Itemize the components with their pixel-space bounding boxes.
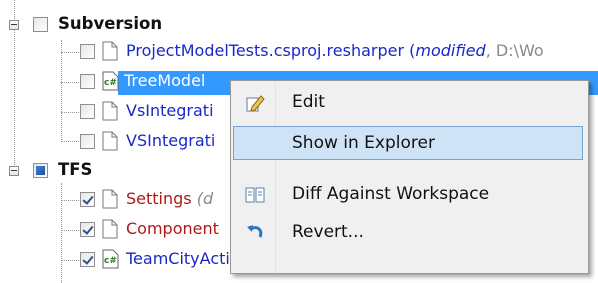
item-checkbox[interactable] — [80, 252, 95, 267]
menu-item-revert[interactable]: Revert... — [233, 215, 583, 249]
svg-text:c#: c# — [104, 256, 117, 266]
file-icon — [102, 219, 118, 239]
item-label: TreeModel — [124, 71, 206, 90]
group-checkbox[interactable] — [33, 17, 48, 32]
file-icon — [102, 41, 118, 61]
group-label: Subversion — [58, 14, 163, 33]
tree-item[interactable]: VsIntegrati — [0, 98, 230, 126]
file-icon — [102, 189, 118, 209]
diff-icon — [245, 187, 265, 203]
item-checkbox[interactable] — [80, 134, 95, 149]
item-checkbox[interactable] — [80, 222, 95, 237]
tree-group-tfs[interactable]: TFS — [0, 157, 200, 185]
context-menu: Edit Show in Explorer Diff Against Works… — [230, 80, 589, 274]
item-checkbox[interactable] — [80, 44, 95, 59]
csharp-file-icon: c# — [102, 249, 119, 269]
collapse-toggle[interactable] — [9, 166, 19, 176]
item-checkbox[interactable] — [80, 192, 95, 207]
menu-item-show-in-explorer[interactable]: Show in Explorer — [233, 126, 583, 160]
item-checkbox[interactable] — [80, 104, 95, 119]
group-checkbox[interactable] — [33, 163, 48, 178]
svg-text:c#: c# — [104, 78, 117, 88]
csharp-file-icon: c# — [102, 71, 119, 91]
file-icon — [102, 101, 118, 121]
tree-item[interactable]: Settings (d — [0, 186, 230, 214]
item-label: Component — [126, 219, 219, 238]
tree-item[interactable]: VSIntegrati — [0, 128, 230, 156]
undo-icon — [247, 225, 263, 238]
menu-item-edit[interactable]: Edit — [233, 85, 583, 119]
tree-item[interactable]: Component — [0, 216, 230, 244]
item-label: Settings (d — [126, 189, 214, 208]
group-label: TFS — [58, 160, 93, 179]
tree-item[interactable]: ProjectModelTests.csproj.resharper (modi… — [0, 38, 598, 66]
item-label: ProjectModelTests.csproj.resharper (modi… — [126, 41, 544, 60]
collapse-toggle[interactable] — [9, 20, 19, 30]
menu-item-diff-against-workspace[interactable]: Diff Against Workspace — [233, 177, 583, 211]
tree-group-subversion[interactable]: Subversion — [0, 11, 200, 39]
item-label: VsIntegrati — [126, 101, 214, 120]
pencil-icon — [246, 95, 265, 112]
file-icon — [102, 131, 118, 151]
item-label: VSIntegrati — [126, 131, 216, 150]
item-checkbox[interactable] — [80, 74, 95, 89]
